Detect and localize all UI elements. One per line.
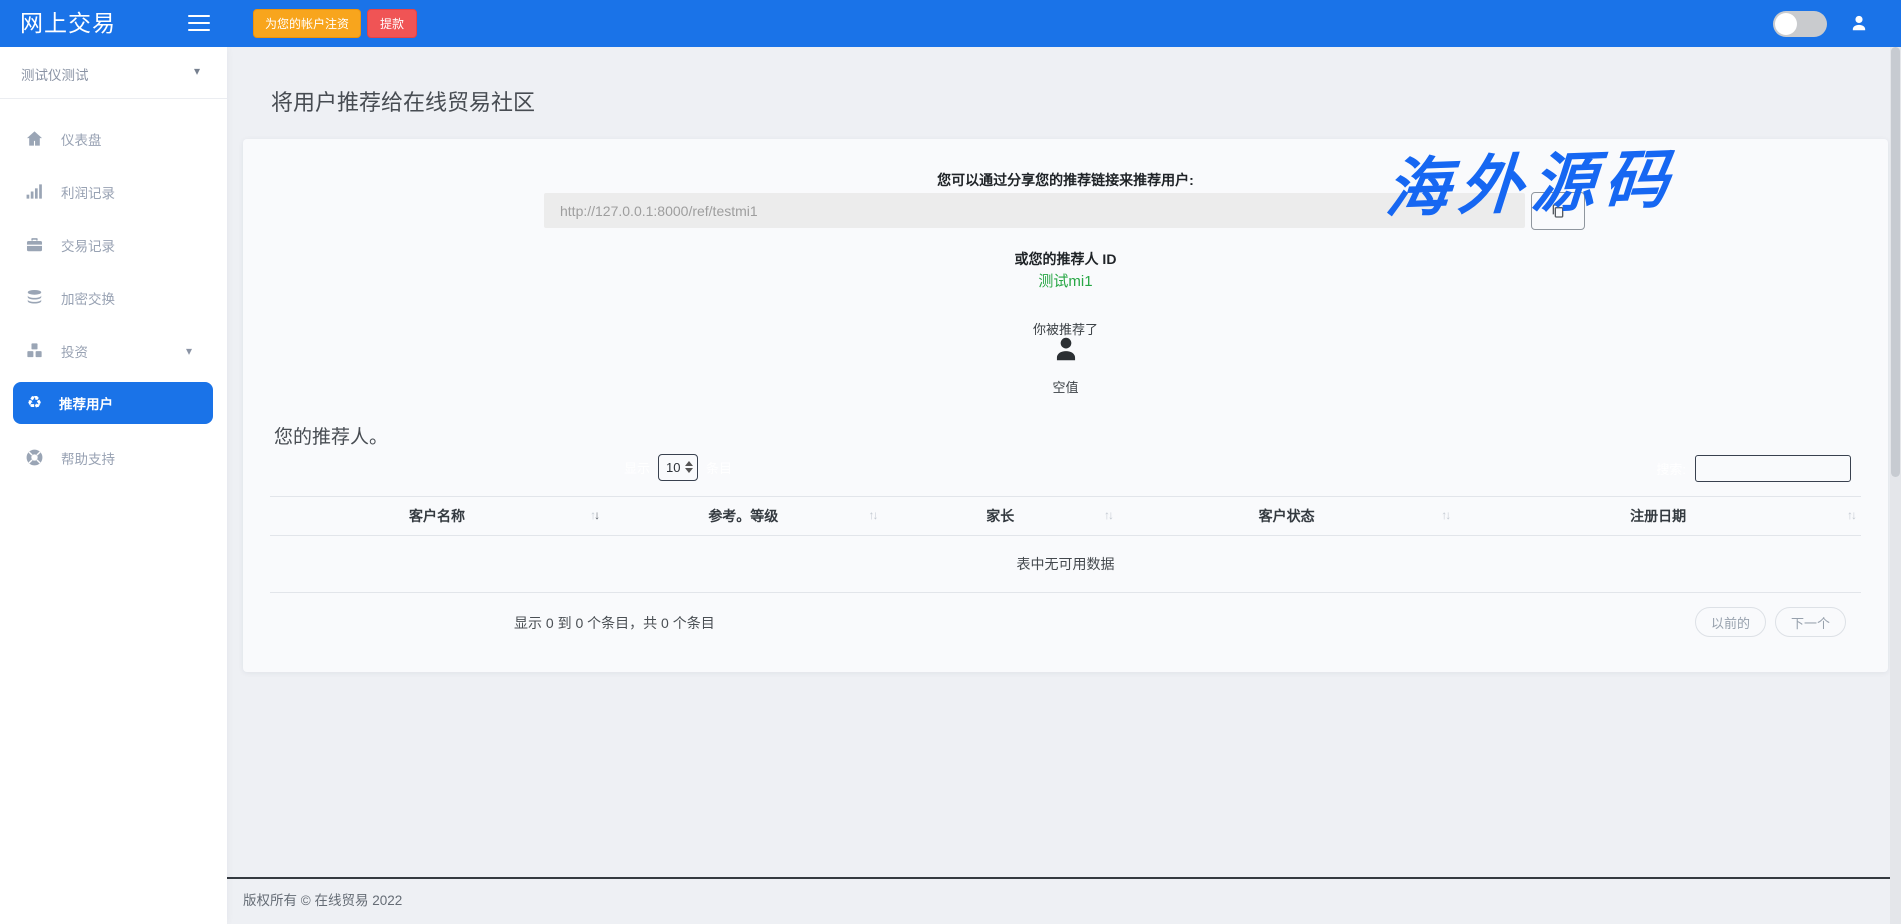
home-icon [25, 129, 44, 148]
page-length-select[interactable]: 10 [658, 454, 698, 481]
sort-icon: ↑↓ [1441, 508, 1449, 522]
theme-toggle-switch[interactable] [1773, 11, 1827, 37]
profile-dropdown[interactable]: 测试仪测试 ▾ [0, 47, 227, 99]
sort-icon: ↑↓ [1847, 508, 1855, 522]
brand-title[interactable]: 网上交易 [20, 0, 116, 47]
sort-icon: ↑↓ [869, 508, 877, 522]
vertical-scrollbar[interactable] [1890, 47, 1901, 924]
column-header-ref-level[interactable]: 参考。等级↑↓ [604, 497, 882, 536]
table-info-text: 显示 0 到 0 个条目，共 0 个条目 [514, 613, 715, 633]
sidebar-item-profit-records[interactable]: 利润记录 [0, 165, 227, 218]
footer: 版权所有 © 在线贸易 2022 [227, 877, 1901, 924]
copyright-text: 版权所有 © 在线贸易 2022 [243, 893, 402, 908]
previous-page-button[interactable]: 以前的 [1695, 607, 1766, 637]
column-header-register-date[interactable]: 注册日期↑↓ [1455, 497, 1861, 536]
main-content: 将用户推荐给在线贸易社区 您可以通过分享您的推荐链接来推荐用户: 或您的推荐人 … [227, 47, 1901, 924]
sidebar-item-investments[interactable]: 投资 ▾ [0, 324, 227, 377]
sidebar-item-refer-users[interactable]: ♻ 推荐用户 [13, 382, 213, 424]
profile-name: 测试仪测试 [21, 68, 89, 83]
bar-chart-icon [25, 182, 44, 201]
withdraw-button[interactable]: 提款 [367, 9, 417, 38]
chevron-down-icon: ▾ [194, 64, 200, 78]
copy-icon [1550, 202, 1566, 220]
sidebar: 测试仪测试 ▾ 仪表盘 利润记录 交易记录 加密交换 投资 ▾ ♻ 推荐用户 [0, 47, 227, 924]
sidebar-item-help-support[interactable]: 帮助支持 [0, 431, 227, 484]
search-input[interactable] [1695, 455, 1851, 482]
life-ring-icon [25, 448, 44, 467]
column-header-client-status[interactable]: 客户状态↑↓ [1118, 497, 1455, 536]
referrers-table: 客户名称↑↓ 参考。等级↑↓ 家长↑↓ 客户状态↑↓ 注册日期↑↓ 表中无可用数… [270, 496, 1861, 593]
referrer-id-label: 或您的推荐人 ID [243, 249, 1888, 269]
referrer-id-value: 测试mi1 [243, 270, 1888, 291]
user-account-icon[interactable] [1849, 13, 1869, 33]
search-label: 搜索: [1656, 459, 1686, 478]
table-pagination: 以前的 下一个 [1695, 607, 1846, 637]
sort-icon: ↑↓ [1104, 508, 1112, 522]
toggle-knob [1775, 13, 1797, 35]
cubes-icon [25, 341, 44, 360]
chevron-down-icon: ▾ [186, 344, 192, 358]
table-empty-row: 表中无可用数据 [270, 536, 1861, 593]
entries-label: 条目 [706, 458, 732, 477]
table-length-control: 显示 10 条目 [624, 454, 732, 481]
table-search-control: 搜索: [1656, 455, 1851, 482]
referral-link-input[interactable] [544, 193, 1525, 228]
briefcase-icon [25, 235, 44, 254]
column-header-client-name[interactable]: 客户名称↑↓ [270, 497, 604, 536]
hamburger-menu-icon[interactable] [188, 15, 210, 31]
show-label: 显示 [624, 458, 650, 477]
top-navbar: 网上交易 为您的帐户注资 提款 [0, 0, 1901, 47]
next-page-button[interactable]: 下一个 [1775, 607, 1846, 637]
referred-by-value: 空值 [243, 377, 1888, 396]
sort-icon: ↑↓ [590, 508, 598, 522]
fund-account-button[interactable]: 为您的帐户注资 [253, 9, 361, 38]
referred-person-icon [243, 333, 1888, 365]
sidebar-item-dashboard[interactable]: 仪表盘 [0, 112, 227, 165]
recycle-icon: ♻ [25, 393, 44, 413]
referral-card: 您可以通过分享您的推荐链接来推荐用户: 或您的推荐人 ID 测试mi1 你被推荐… [243, 139, 1888, 672]
scrollbar-thumb[interactable] [1891, 47, 1900, 477]
sidebar-menu: 仪表盘 利润记录 交易记录 加密交换 投资 ▾ ♻ 推荐用户 帮助支持 [0, 99, 227, 484]
coins-icon [25, 288, 44, 307]
referrers-heading: 您的推荐人。 [274, 422, 388, 449]
select-caret-icon [685, 461, 693, 473]
column-header-parent[interactable]: 家长↑↓ [883, 497, 1118, 536]
page-title: 将用户推荐给在线贸易社区 [271, 85, 535, 117]
copy-link-button[interactable] [1531, 192, 1585, 230]
empty-table-message: 表中无可用数据 [270, 536, 1861, 593]
share-link-label: 您可以通过分享您的推荐链接来推荐用户: [243, 170, 1888, 190]
sidebar-item-crypto-exchange[interactable]: 加密交换 [0, 271, 227, 324]
sidebar-item-trade-records[interactable]: 交易记录 [0, 218, 227, 271]
